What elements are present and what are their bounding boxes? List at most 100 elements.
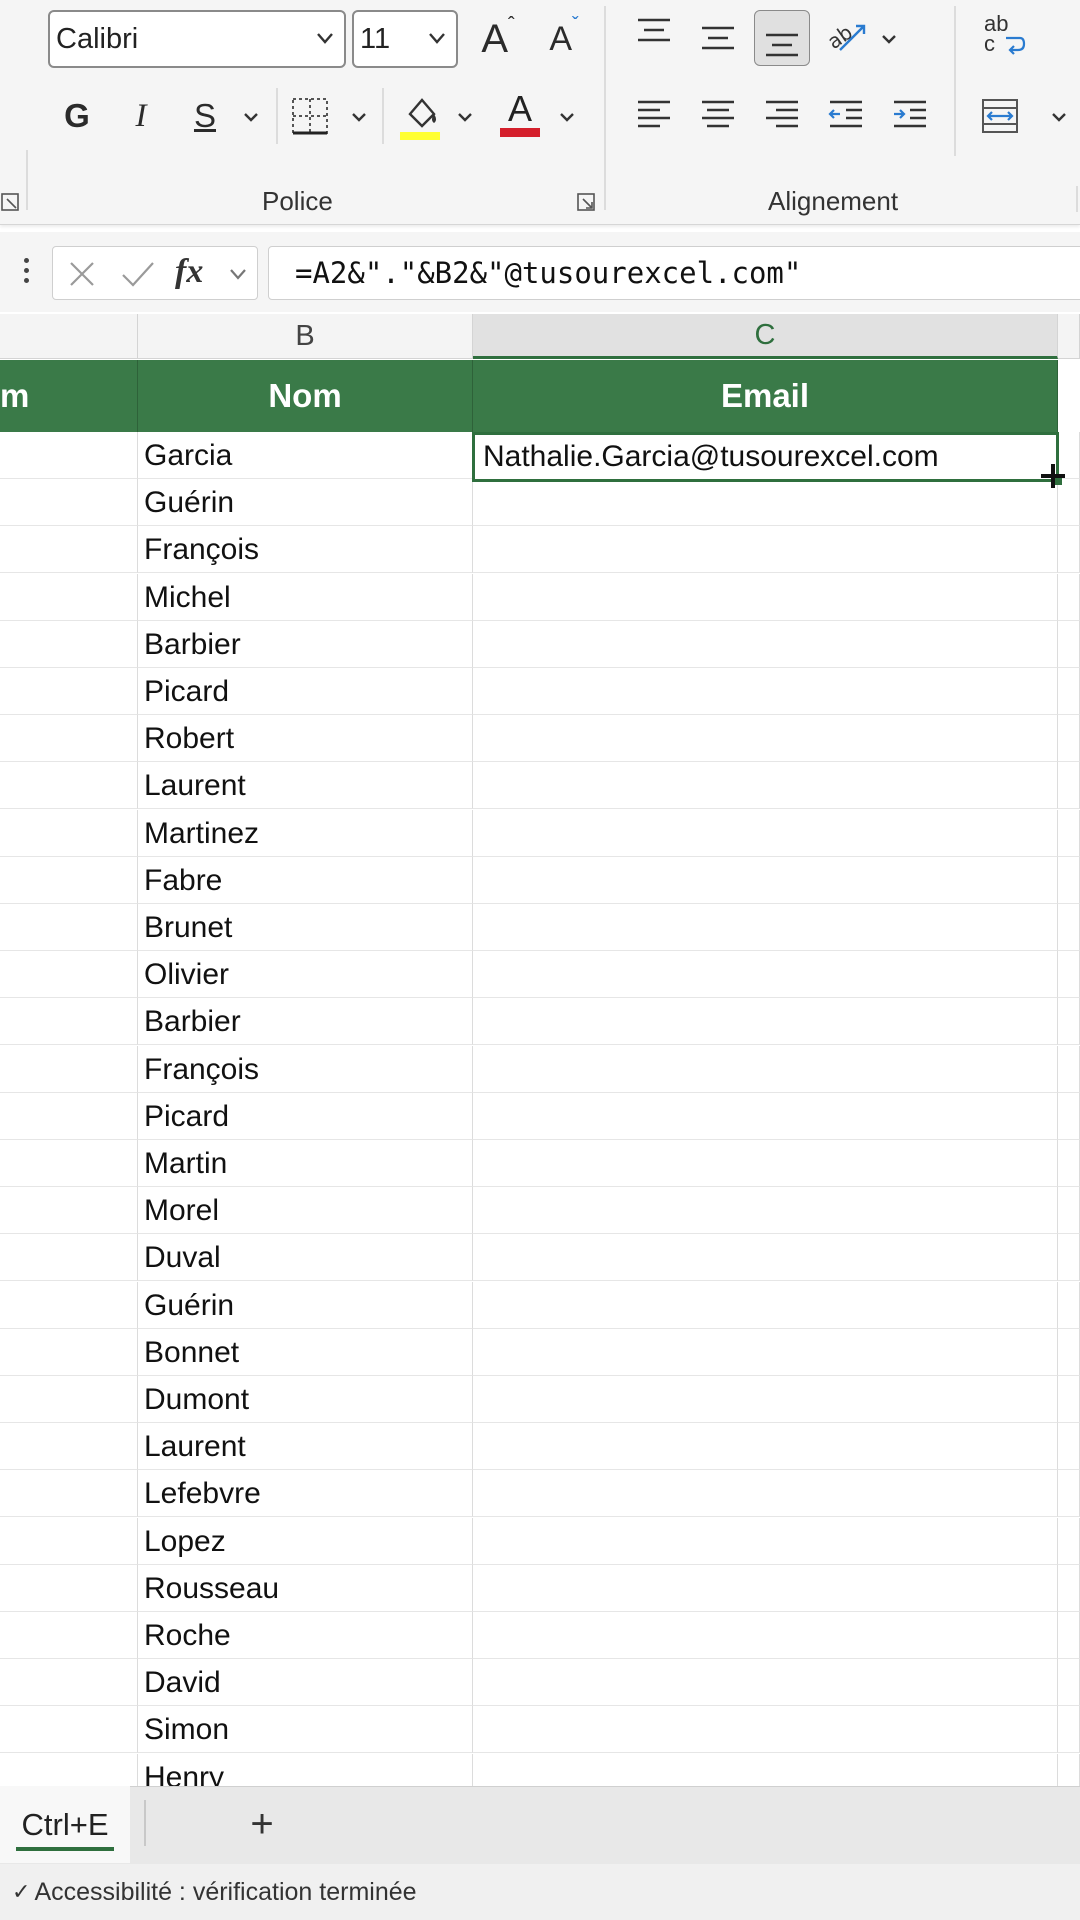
header-prenom[interactable]: m <box>0 360 138 432</box>
cell-prenom[interactable] <box>0 1140 138 1187</box>
cell-nom[interactable]: Simon <box>138 1706 473 1753</box>
cell-email[interactable] <box>473 857 1058 904</box>
fill-color-icon[interactable] <box>398 92 442 140</box>
column-header-a[interactable] <box>0 314 138 359</box>
cell-nom[interactable]: Garcia <box>138 432 473 479</box>
bold-button[interactable]: G <box>56 92 98 140</box>
cell-prenom[interactable] <box>0 1423 138 1470</box>
cell-prenom[interactable] <box>0 1046 138 1093</box>
cell-prenom[interactable] <box>0 621 138 668</box>
cell-d[interactable] <box>1058 1565 1080 1612</box>
sheet-tab-ctrl-e[interactable]: Ctrl+E <box>0 1786 130 1863</box>
cell-nom[interactable]: Robert <box>138 715 473 762</box>
cell-d[interactable] <box>1058 526 1080 573</box>
cell-nom[interactable]: Bonnet <box>138 1329 473 1376</box>
cell-email[interactable] <box>473 1565 1058 1612</box>
chevron-down-icon[interactable] <box>240 106 262 128</box>
cell-email[interactable] <box>473 668 1058 715</box>
cell-nom[interactable]: Lefebvre <box>138 1470 473 1517</box>
header-email[interactable]: Email <box>473 360 1058 432</box>
dialog-launcher-icon[interactable] <box>576 192 596 212</box>
cell-d[interactable] <box>1058 1140 1080 1187</box>
chevron-down-icon[interactable] <box>454 106 476 128</box>
cell-d[interactable] <box>1058 1046 1080 1093</box>
cell-nom[interactable]: Picard <box>138 1093 473 1140</box>
header-nom[interactable]: Nom <box>138 360 473 432</box>
cell-prenom[interactable] <box>0 1706 138 1753</box>
cell-prenom[interactable] <box>0 1187 138 1234</box>
cell-email[interactable] <box>473 951 1058 998</box>
cell-nom[interactable]: François <box>138 526 473 573</box>
enter-check-icon[interactable] <box>121 259 155 289</box>
cell-nom[interactable]: Picard <box>138 668 473 715</box>
orientation-icon[interactable]: ab <box>826 14 870 58</box>
cell-d[interactable] <box>1058 574 1080 621</box>
more-options-icon[interactable] <box>24 258 30 288</box>
cell-email[interactable] <box>473 1282 1058 1329</box>
cell-prenom[interactable] <box>0 668 138 715</box>
column-header-b[interactable]: B <box>138 314 473 359</box>
font-name-dropdown[interactable]: Calibri <box>48 10 346 68</box>
cell-d[interactable] <box>1058 1282 1080 1329</box>
cell-prenom[interactable] <box>0 1470 138 1517</box>
cell-email[interactable] <box>473 1093 1058 1140</box>
cell-d[interactable] <box>1058 1612 1080 1659</box>
cell-d[interactable] <box>1058 1470 1080 1517</box>
cell-d[interactable] <box>1058 621 1080 668</box>
cell-nom[interactable]: Dumont <box>138 1376 473 1423</box>
cell-d[interactable] <box>1058 857 1080 904</box>
cell-d[interactable] <box>1058 668 1080 715</box>
cell-prenom[interactable] <box>0 1282 138 1329</box>
align-top-icon[interactable] <box>634 14 674 54</box>
cell-email[interactable] <box>473 479 1058 526</box>
align-bottom-button[interactable] <box>754 10 810 66</box>
chevron-down-icon[interactable] <box>227 263 249 285</box>
cell-d[interactable] <box>1058 1423 1080 1470</box>
grow-font-button[interactable]: Aˆ <box>470 12 526 66</box>
cell-email[interactable] <box>473 1706 1058 1753</box>
cell-d[interactable] <box>1058 1187 1080 1234</box>
cell-nom[interactable]: Michel <box>138 574 473 621</box>
cell-d[interactable] <box>1058 951 1080 998</box>
cell-prenom[interactable] <box>0 432 138 479</box>
cell-nom[interactable]: Brunet <box>138 904 473 951</box>
cell-nom[interactable]: Olivier <box>138 951 473 998</box>
insert-function-icon[interactable]: fx <box>175 253 203 291</box>
cell-prenom[interactable] <box>0 810 138 857</box>
cell-prenom[interactable] <box>0 479 138 526</box>
cell-nom[interactable]: Laurent <box>138 762 473 809</box>
cell-nom[interactable]: Barbier <box>138 621 473 668</box>
cell-email[interactable] <box>473 715 1058 762</box>
cell-email[interactable] <box>473 1140 1058 1187</box>
cell-email[interactable] <box>473 526 1058 573</box>
cell-nom[interactable]: Morel <box>138 1187 473 1234</box>
chevron-down-icon[interactable] <box>878 28 900 50</box>
cell-d[interactable] <box>1058 715 1080 762</box>
chevron-down-icon[interactable] <box>348 106 370 128</box>
active-cell-c2[interactable]: Nathalie.Garcia@tusourexcel.com <box>472 432 1059 482</box>
cell-prenom[interactable] <box>0 1234 138 1281</box>
cell-prenom[interactable] <box>0 1659 138 1706</box>
increase-indent-icon[interactable] <box>890 96 930 136</box>
cell-email[interactable] <box>473 621 1058 668</box>
align-right-icon[interactable] <box>762 96 802 136</box>
borders-icon[interactable] <box>290 96 330 136</box>
cell-prenom[interactable] <box>0 1093 138 1140</box>
cell-email[interactable] <box>473 1234 1058 1281</box>
font-size-dropdown[interactable]: 11 <box>352 10 458 68</box>
align-left-icon[interactable] <box>634 96 674 136</box>
cell-email[interactable] <box>473 1329 1058 1376</box>
cell-email[interactable] <box>473 1518 1058 1565</box>
cell-email[interactable] <box>473 810 1058 857</box>
cell-nom[interactable]: David <box>138 1659 473 1706</box>
cell-email[interactable] <box>473 1376 1058 1423</box>
cell-prenom[interactable] <box>0 1565 138 1612</box>
cell-d[interactable] <box>1058 1518 1080 1565</box>
cell-nom[interactable]: Martin <box>138 1140 473 1187</box>
cell-prenom[interactable] <box>0 857 138 904</box>
cell-email[interactable] <box>473 1470 1058 1517</box>
cell-prenom[interactable] <box>0 998 138 1045</box>
cell-prenom[interactable] <box>0 1612 138 1659</box>
cell-d[interactable] <box>1058 1706 1080 1753</box>
cell-nom[interactable]: Laurent <box>138 1423 473 1470</box>
